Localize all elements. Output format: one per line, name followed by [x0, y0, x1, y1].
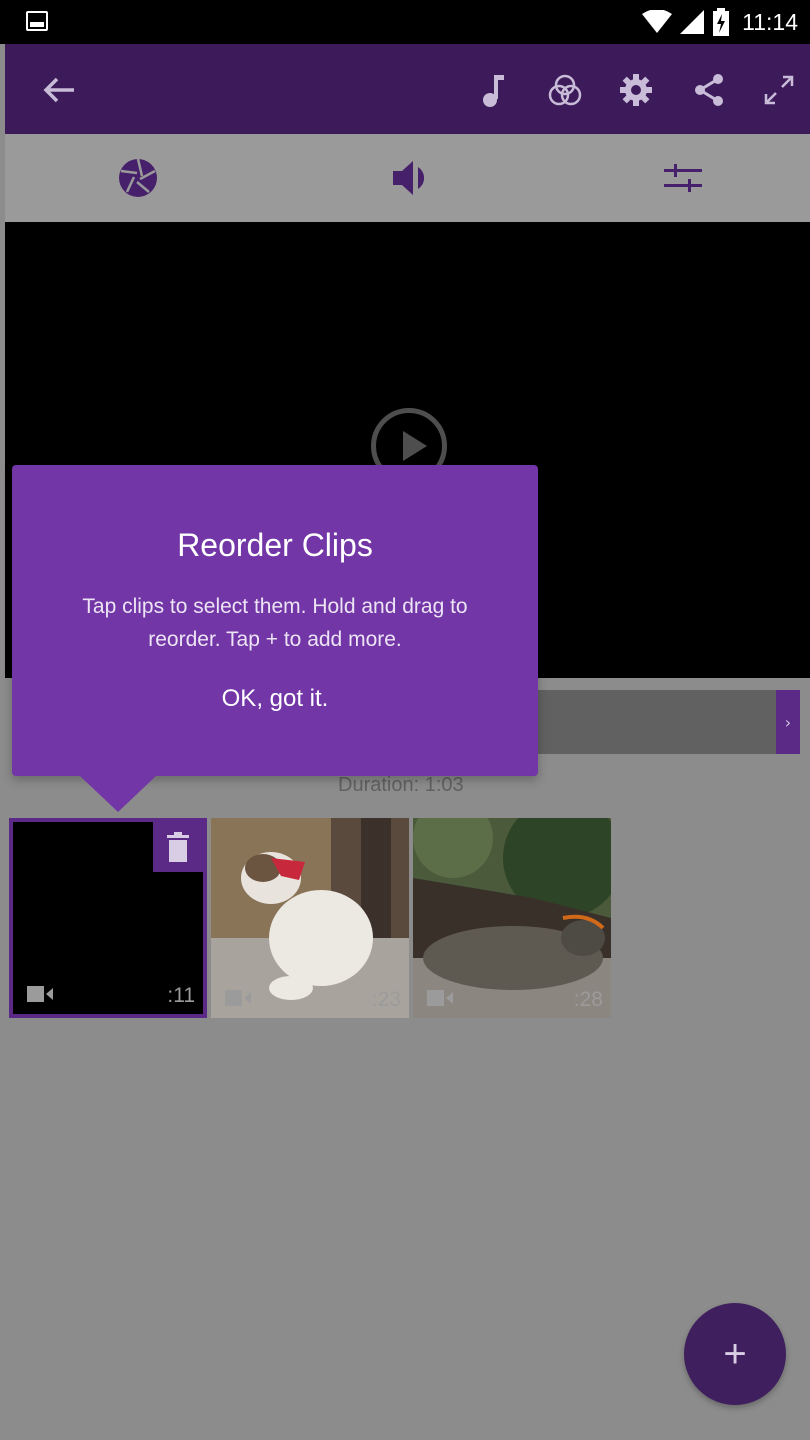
clip-thumbnail-1[interactable]: :11 [9, 818, 207, 1018]
video-camera-icon [225, 990, 251, 1006]
status-bar: 11:14 [0, 0, 810, 44]
clip-duration: :28 [573, 988, 603, 1011]
clip-duration: :11 [167, 984, 195, 1007]
clock: 11:14 [742, 8, 798, 35]
tooltip-body: Tap clips to select them. Hold and drag … [82, 595, 468, 651]
video-camera-icon [427, 990, 453, 1006]
wifi-icon [642, 10, 673, 33]
clip-duration: :23 [371, 988, 401, 1011]
back-arrow-icon[interactable] [39, 70, 79, 110]
add-clip-button[interactable]: + [684, 1303, 786, 1405]
reorder-clips-tooltip: Reorder Clips Tap clips to select them. … [12, 465, 538, 812]
tab-volume-icon[interactable] [390, 156, 434, 200]
app-toolbar [5, 44, 810, 134]
clip-thumbnail-2[interactable]: :23 [211, 818, 409, 1018]
fullscreen-icon[interactable] [759, 70, 799, 110]
ok-got-it-button[interactable]: OK, got it. [12, 685, 538, 713]
tooltip-title: Reorder Clips [177, 527, 373, 563]
color-filter-icon[interactable] [545, 70, 585, 110]
clip-thumbnail-3[interactable]: :28 [413, 818, 611, 1018]
tab-aperture-icon[interactable] [116, 156, 160, 200]
chevron-right-icon[interactable]: › [776, 690, 800, 754]
music-icon[interactable] [473, 70, 513, 110]
cellular-icon [680, 10, 705, 34]
video-camera-icon [27, 986, 53, 1002]
duration-label: Duration: 1:03 [338, 774, 464, 796]
gallery-notification-icon [26, 11, 48, 31]
share-icon[interactable] [689, 70, 729, 110]
tab-sliders-icon[interactable] [661, 156, 705, 200]
status-icons: 11:14 [642, 5, 798, 39]
editor-tabs [5, 134, 810, 222]
trash-icon[interactable] [153, 822, 203, 872]
settings-icon[interactable] [616, 70, 656, 110]
battery-icon [713, 8, 730, 36]
